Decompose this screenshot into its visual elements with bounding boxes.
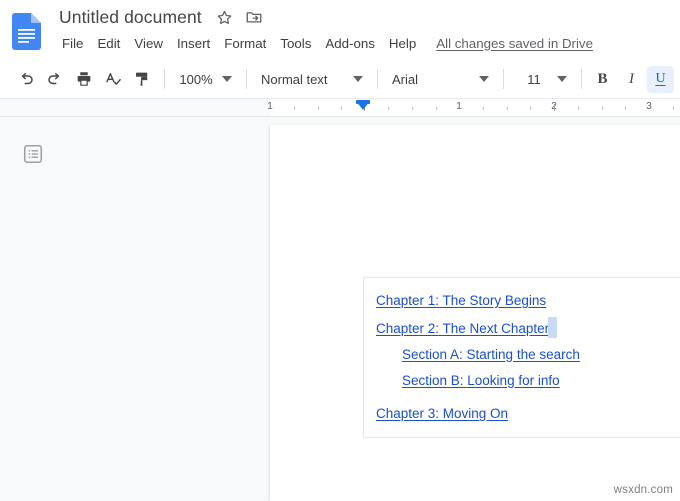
document-workspace: Chapter 1: The Story Begins Chapter 2: T… [0, 117, 680, 501]
app-header: Untitled document File Edit View Insert … [0, 0, 680, 60]
move-to-folder-icon[interactable] [245, 8, 263, 26]
paragraph-style-select[interactable]: Normal text [254, 66, 370, 93]
menu-item-view[interactable]: View [127, 34, 170, 53]
paragraph-style-value: Normal text [261, 71, 328, 87]
toc-block[interactable]: Chapter 1: The Story Begins Chapter 2: T… [363, 277, 680, 438]
toolbar-divider [503, 69, 504, 89]
menu-item-help[interactable]: Help [382, 34, 423, 53]
menu-item-file[interactable]: File [57, 34, 90, 53]
menu-item-insert[interactable]: Insert [170, 34, 217, 53]
document-outline-icon[interactable] [20, 141, 45, 166]
menu-bar: File Edit View Insert Format Tools Add-o… [57, 31, 593, 55]
font-size-select[interactable]: 11 [511, 66, 574, 93]
toc-link[interactable]: Section B: Looking for info [402, 373, 560, 388]
formatting-toolbar: 100% Normal text Arial 11 B I U [0, 60, 680, 99]
toc-link[interactable]: Chapter 3: Moving On [376, 406, 508, 421]
menu-item-addons[interactable]: Add-ons [318, 34, 382, 53]
underline-button[interactable]: U [647, 65, 674, 93]
toc-entry[interactable]: Chapter 3: Moving On [364, 393, 680, 427]
redo-icon[interactable] [41, 66, 68, 93]
google-docs-icon [12, 13, 41, 50]
menu-item-tools[interactable]: Tools [273, 34, 318, 53]
document-title-row: Untitled document [56, 4, 263, 30]
font-size-value: 11 [527, 71, 541, 87]
zoom-value: 100% [179, 71, 213, 87]
star-icon[interactable] [216, 8, 234, 26]
chevron-down-icon [557, 76, 567, 82]
zoom-select[interactable]: 100% [172, 66, 239, 93]
document-page[interactable]: Chapter 1: The Story Begins Chapter 2: T… [270, 125, 680, 501]
text-selection-highlight [548, 316, 558, 338]
document-title[interactable]: Untitled document [56, 6, 205, 29]
indent-marker-arrow[interactable] [356, 101, 370, 110]
menu-item-edit[interactable]: Edit [90, 34, 127, 53]
menu-item-format[interactable]: Format [217, 34, 273, 53]
toc-entry[interactable]: Chapter 2: The Next Chapter [364, 313, 680, 341]
font-family-value: Arial [392, 71, 419, 87]
print-icon[interactable] [70, 66, 97, 93]
ruler-number: 3 [646, 101, 652, 112]
spellcheck-icon[interactable] [99, 66, 126, 93]
toc-entry[interactable]: Section B: Looking for info [364, 367, 680, 393]
text-color-button[interactable]: A [676, 66, 680, 93]
toolbar-divider [246, 69, 247, 89]
ruler-page-area [270, 99, 680, 116]
font-family-select[interactable]: Arial [385, 66, 496, 93]
chevron-down-icon [353, 76, 363, 82]
google-docs-window: Untitled document File Edit View Insert … [0, 0, 680, 501]
ruler[interactable]: 1 1 2 3 [0, 99, 680, 117]
table-of-contents: Chapter 1: The Story Begins Chapter 2: T… [363, 277, 680, 438]
toc-link[interactable]: Chapter 2: The Next Chapter [376, 321, 549, 336]
toolbar-divider [581, 69, 582, 89]
outline-pane [0, 117, 270, 501]
undo-icon[interactable] [12, 66, 39, 93]
toolbar-divider [164, 69, 165, 89]
paint-format-icon[interactable] [128, 66, 155, 93]
toolbar-divider [377, 69, 378, 89]
toc-link[interactable]: Chapter 1: The Story Begins [376, 293, 546, 308]
bold-button[interactable]: B [589, 66, 616, 93]
chevron-down-icon [479, 76, 489, 82]
italic-button[interactable]: I [618, 66, 645, 93]
toc-entry[interactable]: Chapter 1: The Story Begins [364, 287, 680, 313]
ruler-number: 1 [456, 101, 462, 112]
toc-link[interactable]: Section A: Starting the search [402, 347, 580, 362]
save-status[interactable]: All changes saved in Drive [436, 36, 593, 51]
toc-entry[interactable]: Section A: Starting the search [364, 341, 680, 367]
ruler-number: 1 [267, 101, 273, 112]
chevron-down-icon [222, 76, 232, 82]
watermark: wsxdn.com [613, 484, 673, 496]
